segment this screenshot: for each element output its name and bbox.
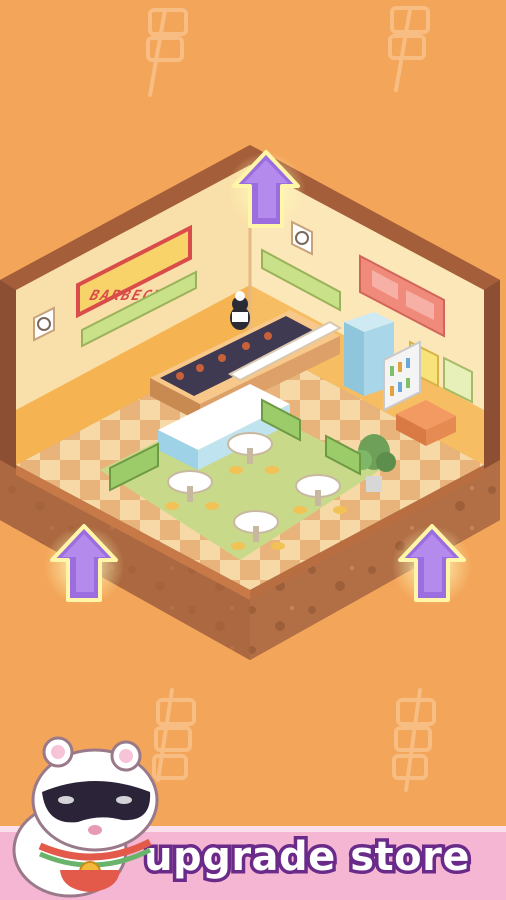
upgrade-arrow-right[interactable] xyxy=(392,524,472,606)
upgrade-arrow-top[interactable] xyxy=(226,150,306,232)
skewer-icon xyxy=(392,688,436,792)
masked-hamster-mascot xyxy=(12,736,159,898)
skewer-icon xyxy=(146,8,188,97)
game-screen: BARBECUE upgrade store xyxy=(0,0,506,900)
upgrade-arrow-left[interactable] xyxy=(44,524,124,606)
skewer-icon xyxy=(388,6,430,92)
banner-label: upgrade store xyxy=(141,831,473,884)
